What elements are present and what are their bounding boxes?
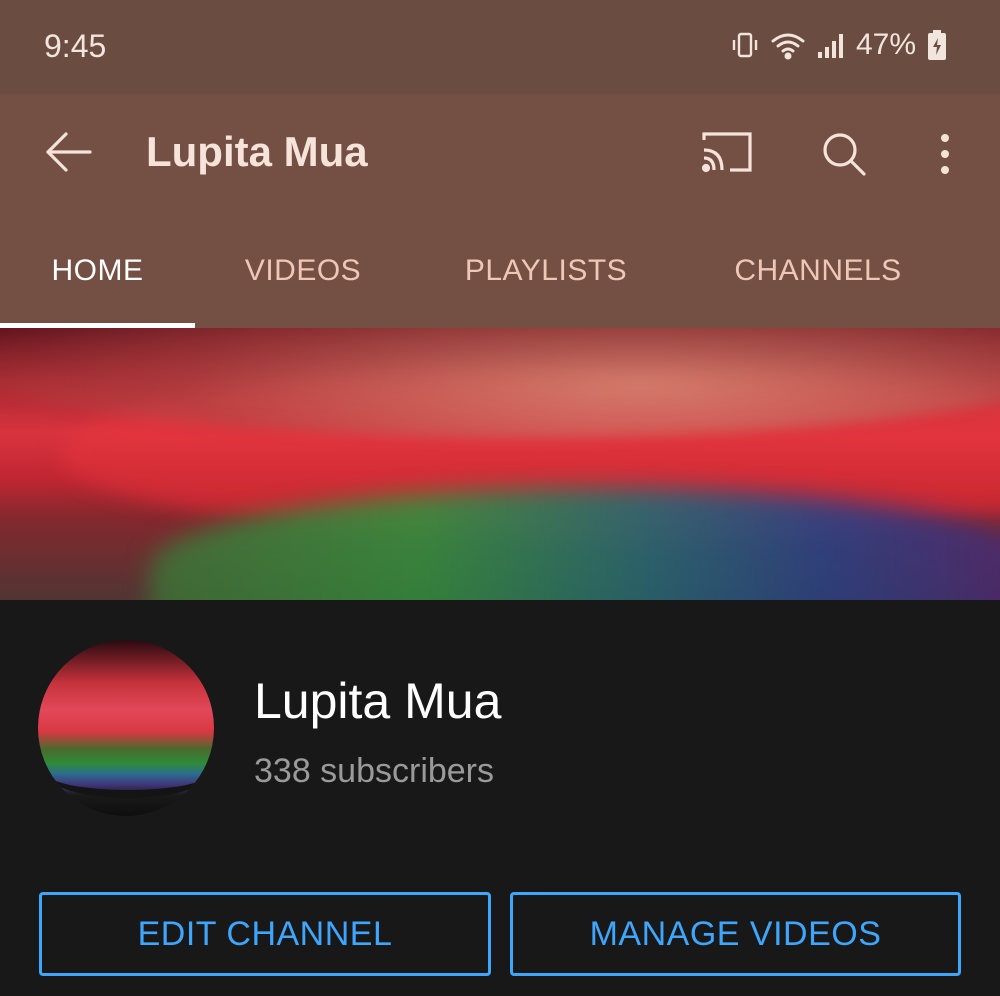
battery-percent: 47% <box>855 28 916 61</box>
subscriber-count: 338 subscribers <box>254 752 495 790</box>
status-time: 9:45 <box>44 28 107 64</box>
back-arrow-icon[interactable] <box>44 130 94 174</box>
tab-videos[interactable]: VIDEOS <box>205 214 401 328</box>
channel-banner <box>0 328 1000 600</box>
edit-channel-button[interactable]: EDIT CHANNEL <box>39 892 491 976</box>
search-icon[interactable] <box>820 130 868 183</box>
wifi-icon <box>770 30 806 60</box>
manage-videos-button[interactable]: MANAGE VIDEOS <box>510 892 961 976</box>
channel-tabs: HOME VIDEOS PLAYLISTS CHANNELS <box>0 214 1000 328</box>
channel-header: Lupita Mua 338 subscribers <box>0 600 1000 850</box>
vibrate-icon <box>730 30 760 60</box>
manage-videos-label: MANAGE VIDEOS <box>589 914 882 953</box>
tab-home[interactable]: HOME <box>0 214 195 328</box>
more-options-icon[interactable] <box>930 132 960 181</box>
tab-playlists[interactable]: PLAYLISTS <box>430 214 662 328</box>
app-bar: Lupita Mua <box>0 94 1000 214</box>
signal-icon <box>816 30 846 60</box>
cast-icon[interactable] <box>700 130 754 179</box>
avatar[interactable] <box>38 640 214 816</box>
channel-name: Lupita Mua <box>254 673 502 729</box>
status-bar: 9:45 47% <box>0 0 1000 94</box>
tab-home-label: HOME <box>51 254 144 287</box>
edit-channel-label: EDIT CHANNEL <box>137 914 393 953</box>
battery-charging-icon <box>926 29 948 61</box>
status-icons: 47% <box>730 28 948 62</box>
tab-playlists-label: PLAYLISTS <box>464 254 628 287</box>
page-title: Lupita Mua <box>146 128 368 175</box>
tab-channels-label: CHANNELS <box>734 254 902 287</box>
tab-videos-label: VIDEOS <box>244 254 362 287</box>
tab-channels[interactable]: CHANNELS <box>700 214 936 328</box>
